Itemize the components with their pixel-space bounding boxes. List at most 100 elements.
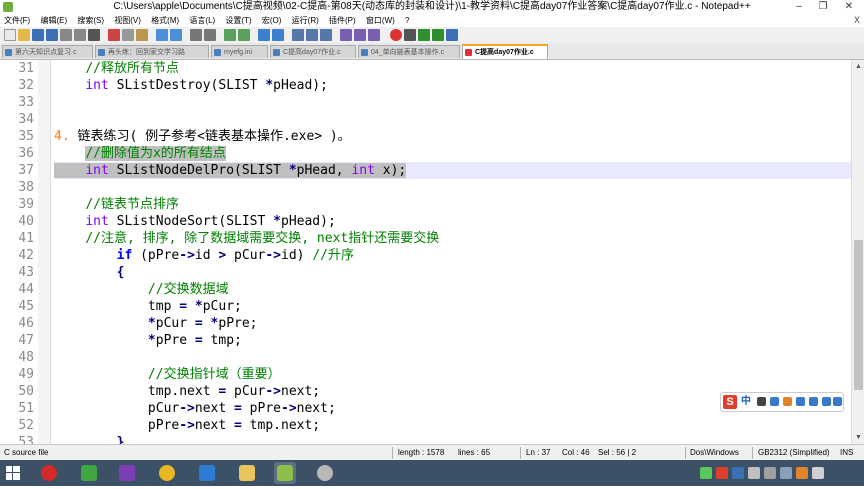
keyboard-icon[interactable] [796, 397, 805, 406]
tray-flag-icon[interactable] [780, 467, 792, 479]
tab-homework-active[interactable]: C提高day07作业.c [462, 44, 548, 59]
copy-icon[interactable] [122, 29, 134, 41]
menu-search[interactable]: 搜索(S) [73, 14, 108, 27]
code-line[interactable]: 4. 链表练习( 例子参考<链表基本操作.exe> )。 [54, 128, 851, 145]
document-map-icon[interactable] [340, 29, 352, 41]
code-line[interactable]: } [54, 434, 851, 444]
ime-language-toggle[interactable]: 中 [741, 393, 751, 411]
code-line[interactable] [54, 349, 851, 366]
play-macro-icon[interactable] [418, 29, 430, 41]
code-line[interactable] [54, 111, 851, 128]
encoding[interactable]: GB2312 (Simplified) [758, 445, 830, 461]
scroll-down-icon[interactable]: ▼ [852, 431, 864, 444]
start-button[interactable] [2, 462, 24, 484]
code-line[interactable]: //释放所有节点 [54, 60, 851, 77]
code-line[interactable]: { [54, 264, 851, 281]
eol-format[interactable]: Dos\Windows [690, 445, 739, 461]
ime-toolbar[interactable]: S 中 [720, 392, 844, 412]
code-line[interactable]: //链表节点排序 [54, 196, 851, 213]
cut-icon[interactable] [108, 29, 120, 41]
paste-icon[interactable] [136, 29, 148, 41]
tab-review[interactable]: 第六天知识点复习.c [2, 45, 93, 58]
tray-battery-icon[interactable] [764, 467, 776, 479]
code-line[interactable]: int SListDestroy(SLIST *pHead); [54, 77, 851, 94]
record-macro-icon[interactable] [390, 29, 402, 41]
code-line[interactable]: if (pPre->id > pCur->id) //升序 [54, 247, 851, 264]
print-icon[interactable] [88, 29, 100, 41]
maximize-button[interactable]: ❐ [812, 0, 834, 14]
tab-myefg[interactable]: myefg.ini [211, 45, 268, 58]
taskbar-chrome[interactable] [156, 462, 178, 484]
code-line[interactable]: int SListNodeDelPro(SLIST *pHead, int x)… [54, 162, 851, 179]
code-line[interactable]: tmp = *pCur; [54, 298, 851, 315]
taskbar-word[interactable] [196, 462, 218, 484]
taskbar-tool[interactable] [314, 462, 336, 484]
tray-app-icon[interactable] [700, 467, 712, 479]
vertical-scrollbar[interactable]: ▲ ▼ [851, 60, 864, 444]
close-document-icon[interactable]: X [854, 14, 860, 27]
save-icon[interactable] [32, 29, 44, 41]
tray-speaker-icon[interactable] [748, 467, 760, 479]
taskbar-record-app[interactable] [38, 462, 60, 484]
taskbar-qt-creator[interactable] [78, 462, 100, 484]
close-all-icon[interactable] [74, 29, 86, 41]
menu-settings[interactable]: 设置(T) [221, 14, 255, 27]
insert-mode[interactable]: INS [840, 445, 853, 461]
menu-file[interactable]: 文件(F) [0, 14, 34, 27]
code-line[interactable]: *pPre = tmp; [54, 332, 851, 349]
tray-keyboard-icon[interactable] [812, 467, 824, 479]
sync-vertical-icon[interactable] [258, 29, 270, 41]
zoom-in-icon[interactable] [224, 29, 236, 41]
taskbar-visual-studio[interactable] [116, 462, 138, 484]
code-line[interactable]: //注意, 排序, 除了数据域需要交换, next指针还需要交换 [54, 230, 851, 247]
indent-guide-icon[interactable] [320, 29, 332, 41]
stop-macro-icon[interactable] [404, 29, 416, 41]
close-button[interactable]: ✕ [838, 0, 860, 14]
show-all-chars-icon[interactable] [306, 29, 318, 41]
tab-homework-a[interactable]: C提高day07作业.c [270, 45, 356, 58]
scroll-thumb[interactable] [854, 240, 863, 390]
scroll-up-icon[interactable]: ▲ [852, 60, 864, 73]
run-macro-multiple-icon[interactable] [432, 29, 444, 41]
code-line[interactable] [54, 179, 851, 196]
settings-icon[interactable] [833, 397, 842, 406]
zoom-out-icon[interactable] [238, 29, 250, 41]
menu-run[interactable]: 运行(R) [288, 14, 323, 27]
save-macro-icon[interactable] [446, 29, 458, 41]
save-all-icon[interactable] [46, 29, 58, 41]
menu-view[interactable]: 视图(V) [110, 14, 145, 27]
menu-format[interactable]: 格式(M) [147, 14, 183, 27]
menu-plugins[interactable]: 插件(P) [325, 14, 360, 27]
code-line[interactable]: *pCur = *pPre; [54, 315, 851, 332]
menu-edit[interactable]: 编辑(E) [36, 14, 71, 27]
new-file-icon[interactable] [4, 29, 16, 41]
function-list-icon[interactable] [354, 29, 366, 41]
code-line[interactable] [54, 94, 851, 111]
toolbox-icon[interactable] [822, 397, 831, 406]
open-file-icon[interactable] [18, 29, 30, 41]
moon-icon[interactable] [757, 397, 766, 406]
code-line[interactable]: //删除值为x的所有结点 [54, 145, 851, 162]
word-wrap-icon[interactable] [292, 29, 304, 41]
tab-practice[interactable]: 再头练：回到家交学习路 [95, 45, 209, 58]
tray-ime-icon[interactable] [716, 467, 728, 479]
taskbar-notepad-plus-plus[interactable] [274, 462, 296, 484]
menu-help[interactable]: ? [401, 14, 413, 27]
sogou-logo-icon[interactable]: S [723, 395, 737, 409]
tray-update-icon[interactable] [796, 467, 808, 479]
tray-network-icon[interactable] [732, 467, 744, 479]
taskbar-explorer[interactable] [236, 462, 258, 484]
menu-window[interactable]: 窗口(W) [362, 14, 399, 27]
code-line[interactable]: //交换数据域 [54, 281, 851, 298]
skin-icon[interactable] [809, 397, 818, 406]
code-line[interactable]: pPre->next = tmp.next; [54, 417, 851, 434]
undo-icon[interactable] [156, 29, 168, 41]
punctuation-icon[interactable] [770, 397, 779, 406]
menu-macro[interactable]: 宏(O) [258, 14, 286, 27]
find-icon[interactable] [190, 29, 202, 41]
sync-horizontal-icon[interactable] [272, 29, 284, 41]
code-editor[interactable]: 31 32 33 34 35 36 37 38 39 40 41 42 43 44 45 46 47 48 49 50… [0, 60, 851, 444]
emoji-icon[interactable] [783, 397, 792, 406]
code-line[interactable]: int SListNodeSort(SLIST *pHead); [54, 213, 851, 230]
close-icon[interactable] [60, 29, 72, 41]
